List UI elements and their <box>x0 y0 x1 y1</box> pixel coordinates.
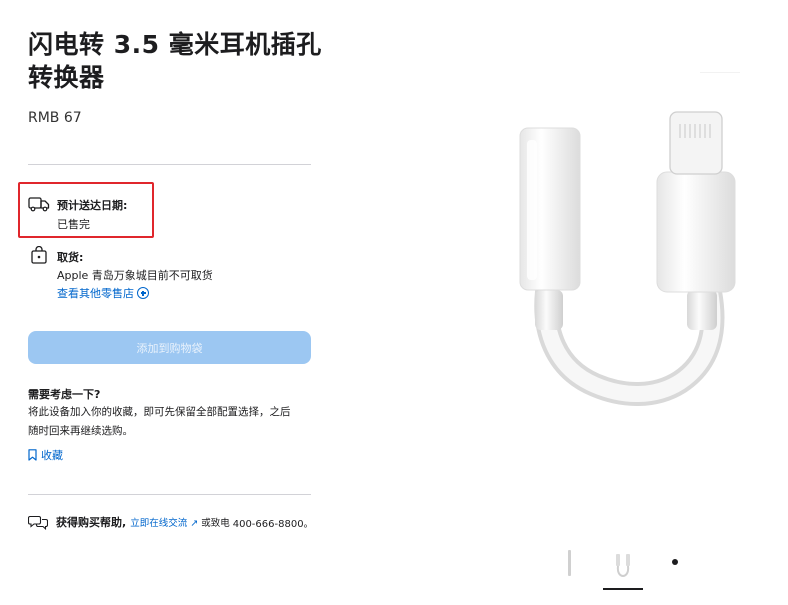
other-stores-link[interactable]: 查看其他零售店 <box>57 285 149 301</box>
image-edge <box>700 72 740 73</box>
selected-thumbnail-indicator <box>603 588 643 590</box>
divider <box>28 494 311 495</box>
adapter-front-thumbnail[interactable] <box>603 546 643 586</box>
bookmark-icon[interactable] <box>28 449 37 461</box>
consider-description: 将此设备加入你的收藏，即可先保留全部配置选择，之后 随时回来再继续选购。 <box>28 403 308 441</box>
chat-online-link[interactable]: 立即在线交流 ↗ <box>130 515 198 529</box>
other-stores-link-label[interactable]: 查看其他零售店 <box>57 287 134 300</box>
pickup-label: 取货: <box>57 251 84 264</box>
phone-number[interactable]: 400-666-8800。 <box>233 515 314 530</box>
help-label: 获得购买帮助, <box>56 516 127 529</box>
adapter-product-image <box>519 111 736 406</box>
pickup-store-status: Apple 青岛万象城目前不可取货 <box>57 269 213 282</box>
adapter-side-thumbnail[interactable] <box>560 546 580 586</box>
image-thumbnails <box>560 546 700 591</box>
divider <box>28 164 311 165</box>
product-price: RMB 67 <box>28 110 82 126</box>
consider-description-line-1: 将此设备加入你的收藏，即可先保留全部配置选择，之后 <box>28 406 291 418</box>
consider-title: 需要考虑一下? <box>28 388 101 401</box>
product-title: 闪电转 3.5 毫米耳机插孔转换器 <box>28 30 322 92</box>
chat-bubbles-icon <box>28 515 48 530</box>
add-to-bag-button[interactable]: 添加到购物袋 <box>28 331 311 364</box>
external-arrow-icon[interactable]: ↗ <box>190 518 198 529</box>
consider-description-line-2: 随时回来再继续选购。 <box>28 425 133 437</box>
save-link-label[interactable]: 收藏 <box>41 447 63 463</box>
highlight-annotation-box <box>18 182 154 238</box>
dot-thumbnail[interactable] <box>665 546 685 586</box>
shopping-bag-icon <box>31 246 47 264</box>
purchase-help: 获得购买帮助, 立即在线交流 ↗ 或致电 400-666-8800。 <box>28 514 318 530</box>
chat-online-link-label[interactable]: 立即在线交流 <box>130 518 187 529</box>
call-text: 或致电 <box>201 518 230 529</box>
plus-circle-icon[interactable] <box>137 287 149 299</box>
save-to-favorites-link[interactable]: 收藏 <box>28 447 63 463</box>
